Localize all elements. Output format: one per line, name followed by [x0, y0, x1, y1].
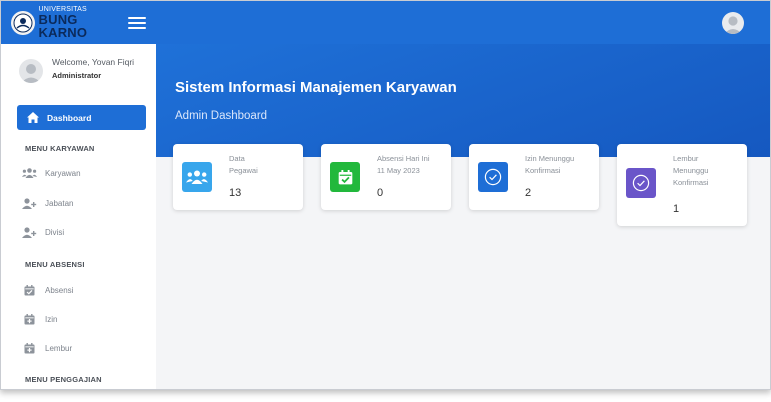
menu-toggle-icon[interactable] [128, 14, 147, 32]
stat-label: Pegawai [229, 166, 258, 175]
page-title: Sistem Informasi Manajemen Karyawan [175, 79, 457, 96]
stat-label: Konfirmasi [673, 178, 709, 187]
university-logo-icon [11, 10, 35, 35]
section-title-absensi: MENU ABSENSI [25, 260, 85, 269]
sidebar-item-label: Dashboard [47, 112, 92, 123]
sidebar-profile: Welcome, Yovan Fiqri Administrator [1, 44, 156, 93]
check-circle-icon [626, 168, 656, 198]
user-plus-icon [21, 227, 37, 238]
calendar-plus-icon [21, 343, 37, 354]
home-icon [27, 112, 39, 123]
user-plus-icon [21, 198, 37, 209]
stat-label: Lembur [673, 154, 699, 163]
stat-value: 13 [229, 187, 242, 199]
sidebar: UNIVERSITAS BUNG KARNO Welcome, Yovan Fi… [1, 1, 157, 389]
sidebar-item-label: Absensi [45, 286, 74, 295]
sidebar-header: UNIVERSITAS BUNG KARNO [1, 1, 156, 44]
calendar-check-icon [21, 285, 37, 296]
sidebar-item-lembur[interactable]: Lembur [21, 343, 72, 354]
stat-label: Menunggu [673, 166, 709, 175]
stat-card-pegawai[interactable]: Data Pegawai 13 [173, 144, 303, 210]
users-icon [182, 162, 212, 192]
stat-label: 11 May 2023 [377, 166, 420, 175]
brand-line2: BUNG KARNO [38, 12, 88, 40]
stat-card-absensi[interactable]: Absensi Hari Ini 11 May 2023 0 [321, 144, 451, 210]
section-title-karyawan: MENU KARYAWAN [25, 144, 95, 153]
stat-value: 1 [673, 203, 680, 215]
sidebar-item-label: Izin [45, 315, 58, 324]
sidebar-item-dashboard[interactable]: Dashboard [17, 105, 146, 130]
stat-card-izin[interactable]: Izin Menunggu Konfirmasi 2 [469, 144, 599, 210]
sidebar-item-label: Jabatan [45, 199, 74, 208]
sidebar-item-izin[interactable]: Izin [21, 314, 57, 325]
sidebar-item-label: Karyawan [45, 168, 81, 178]
stat-label: Absensi Hari Ini [377, 154, 430, 163]
check-circle-icon [478, 162, 508, 192]
page-header: Sistem Informasi Manajemen Karyawan Admi… [156, 44, 770, 157]
stat-card-lembur[interactable]: Lembur Menunggu Konfirmasi 1 [617, 144, 747, 226]
stat-value: 2 [525, 187, 532, 199]
sidebar-item-absensi[interactable]: Absensi [21, 285, 73, 296]
avatar [19, 59, 43, 83]
brand-logo[interactable]: UNIVERSITAS BUNG KARNO [39, 6, 129, 39]
calendar-plus-icon [21, 314, 37, 325]
sidebar-item-jabatan[interactable]: Jabatan [21, 198, 73, 209]
stat-value: 0 [377, 187, 384, 199]
user-avatar-button[interactable] [722, 12, 744, 34]
top-navbar [156, 1, 770, 44]
sidebar-item-label: Divisi [45, 228, 65, 237]
calendar-check-icon [330, 162, 360, 192]
section-title-penggajian: MENU PENGGAJIAN [25, 375, 102, 384]
stat-label: Izin Menunggu [525, 154, 575, 163]
app-window: UNIVERSITAS BUNG KARNO Welcome, Yovan Fi… [0, 0, 771, 390]
users-icon [21, 168, 37, 178]
welcome-text: Welcome, Yovan Fiqri [52, 57, 135, 67]
sidebar-item-divisi[interactable]: Divisi [21, 227, 64, 238]
page-subtitle: Admin Dashboard [175, 110, 268, 122]
stat-label: Data [229, 154, 245, 163]
user-role: Administrator [52, 71, 102, 80]
sidebar-item-label: Lembur [45, 344, 73, 353]
sidebar-item-karyawan[interactable]: Karyawan [21, 168, 81, 178]
stat-label: Konfirmasi [525, 166, 561, 175]
